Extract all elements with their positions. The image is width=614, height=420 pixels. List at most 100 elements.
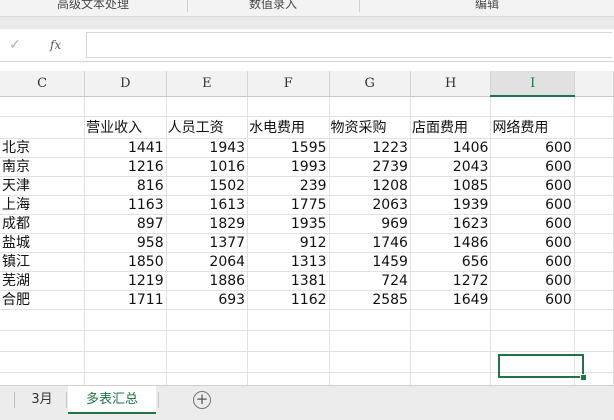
cell[interactable] xyxy=(490,96,575,117)
column-header-c[interactable]: C xyxy=(0,71,86,97)
column-header-i[interactable]: I xyxy=(490,71,575,97)
cell[interactable] xyxy=(329,372,411,385)
column-header-g[interactable]: G xyxy=(329,71,411,97)
cell[interactable] xyxy=(329,330,411,352)
value-cell[interactable]: 600 xyxy=(490,233,575,253)
cell[interactable] xyxy=(84,309,167,331)
cell[interactable] xyxy=(574,330,614,352)
cell[interactable] xyxy=(84,372,167,385)
column-header-e[interactable]: E xyxy=(166,71,249,97)
cell[interactable] xyxy=(247,372,330,385)
cell[interactable] xyxy=(574,96,614,117)
value-cell[interactable]: 2585 xyxy=(329,290,411,310)
cell[interactable] xyxy=(490,351,575,373)
add-sheet-icon[interactable]: + xyxy=(193,391,211,409)
value-cell[interactable]: 1486 xyxy=(410,233,492,253)
header-cell[interactable]: 店面费用 xyxy=(410,116,492,139)
value-cell[interactable]: 1943 xyxy=(166,138,249,158)
value-cell[interactable]: 969 xyxy=(329,214,411,234)
sheet-tab-march[interactable]: 3月 xyxy=(20,386,64,414)
value-cell[interactable]: 1377 xyxy=(166,233,249,253)
cell[interactable] xyxy=(410,372,492,385)
value-cell[interactable]: 2043 xyxy=(410,157,492,177)
cell[interactable] xyxy=(574,309,614,331)
value-cell[interactable]: 1993 xyxy=(247,157,330,177)
fill-handle[interactable] xyxy=(580,374,587,381)
city-cell[interactable]: 北京 xyxy=(0,138,86,158)
value-cell[interactable]: 1502 xyxy=(166,176,249,196)
value-cell[interactable]: 1935 xyxy=(247,214,330,234)
city-cell[interactable]: 成都 xyxy=(0,214,86,234)
value-cell[interactable]: 1381 xyxy=(247,271,330,291)
cell[interactable] xyxy=(490,330,575,352)
value-cell[interactable]: 1216 xyxy=(84,157,167,177)
value-cell[interactable]: 1313 xyxy=(247,252,330,272)
value-cell[interactable]: 1775 xyxy=(247,195,330,215)
fx-icon[interactable]: fx xyxy=(50,35,70,55)
city-cell[interactable]: 上海 xyxy=(0,195,86,215)
value-cell[interactable]: 1459 xyxy=(329,252,411,272)
header-cell[interactable]: 网络费用 xyxy=(490,116,575,139)
city-cell[interactable]: 南京 xyxy=(0,157,86,177)
city-cell[interactable]: 盐城 xyxy=(0,233,86,253)
value-cell[interactable]: 600 xyxy=(490,271,575,291)
cell[interactable] xyxy=(329,309,411,331)
cell[interactable] xyxy=(166,96,249,117)
cell[interactable] xyxy=(247,96,330,117)
cell[interactable] xyxy=(410,330,492,352)
value-cell[interactable]: 1829 xyxy=(166,214,249,234)
value-cell[interactable]: 816 xyxy=(84,176,167,196)
value-cell[interactable]: 2063 xyxy=(329,195,411,215)
value-cell[interactable]: 1886 xyxy=(166,271,249,291)
value-cell[interactable]: 1219 xyxy=(84,271,167,291)
value-cell[interactable]: 1746 xyxy=(329,233,411,253)
cell[interactable] xyxy=(166,351,249,373)
sheet-tab-summary[interactable]: 多表汇总 xyxy=(68,386,156,414)
value-cell[interactable]: 600 xyxy=(490,214,575,234)
city-cell[interactable]: 天津 xyxy=(0,176,86,196)
value-cell[interactable]: 600 xyxy=(490,176,575,196)
cell[interactable] xyxy=(247,351,330,373)
city-cell[interactable]: 合肥 xyxy=(0,290,86,310)
header-cell[interactable]: 水电费用 xyxy=(247,116,330,139)
column-header-h[interactable]: H xyxy=(410,71,492,97)
cell[interactable] xyxy=(84,351,167,373)
cell[interactable] xyxy=(574,233,614,253)
cell[interactable] xyxy=(0,96,86,117)
cell[interactable] xyxy=(574,157,614,177)
value-cell[interactable]: 1223 xyxy=(329,138,411,158)
cell[interactable] xyxy=(574,271,614,291)
cell[interactable] xyxy=(410,309,492,331)
cell[interactable] xyxy=(166,309,249,331)
cell[interactable] xyxy=(574,138,614,158)
city-cell[interactable]: 镇江 xyxy=(0,252,86,272)
formula-input[interactable] xyxy=(86,32,612,58)
value-cell[interactable]: 724 xyxy=(329,271,411,291)
value-cell[interactable]: 912 xyxy=(247,233,330,253)
value-cell[interactable]: 2739 xyxy=(329,157,411,177)
value-cell[interactable]: 1406 xyxy=(410,138,492,158)
cell[interactable] xyxy=(574,195,614,215)
cell[interactable] xyxy=(329,96,411,117)
value-cell[interactable]: 1085 xyxy=(410,176,492,196)
cell[interactable] xyxy=(574,290,614,310)
value-cell[interactable]: 600 xyxy=(490,138,575,158)
value-cell[interactable]: 600 xyxy=(490,252,575,272)
header-cell[interactable]: 人员工资 xyxy=(166,116,249,139)
header-cell[interactable]: 物资采购 xyxy=(329,116,411,139)
cell[interactable] xyxy=(574,252,614,272)
cell[interactable] xyxy=(410,96,492,117)
value-cell[interactable]: 897 xyxy=(84,214,167,234)
cell[interactable] xyxy=(574,214,614,234)
value-cell[interactable]: 600 xyxy=(490,195,575,215)
cell[interactable] xyxy=(166,330,249,352)
value-cell[interactable]: 1939 xyxy=(410,195,492,215)
check-icon[interactable]: ✓ xyxy=(9,35,23,55)
value-cell[interactable]: 1850 xyxy=(84,252,167,272)
value-cell[interactable]: 1162 xyxy=(247,290,330,310)
header-cell[interactable] xyxy=(0,116,86,139)
value-cell[interactable]: 1441 xyxy=(84,138,167,158)
cell[interactable] xyxy=(574,116,614,139)
cell[interactable] xyxy=(84,96,167,117)
header-cell[interactable]: 营业收入 xyxy=(84,116,167,139)
